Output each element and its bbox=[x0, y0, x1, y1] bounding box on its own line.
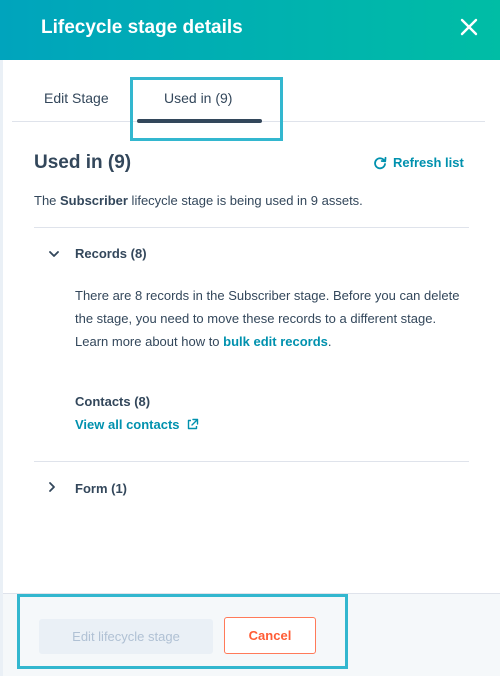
view-all-contacts-link[interactable]: View all contacts bbox=[75, 417, 199, 432]
stage-usage-description: The Subscriber lifecycle stage is being … bbox=[34, 193, 363, 208]
highlight-box-footer bbox=[17, 594, 348, 669]
records-heading: Records (8) bbox=[75, 246, 147, 261]
records-accordion-toggle[interactable]: Records (8) bbox=[48, 246, 147, 261]
panel-header: Lifecycle stage details bbox=[0, 0, 500, 60]
contacts-label: Contacts (8) bbox=[75, 394, 151, 409]
refresh-icon bbox=[374, 156, 387, 169]
refresh-label: Refresh list bbox=[393, 155, 464, 170]
section-title: Used in (9) bbox=[34, 152, 132, 173]
close-icon bbox=[460, 18, 478, 36]
divider bbox=[34, 227, 469, 228]
background-strip bbox=[0, 60, 3, 676]
highlight-box-tab bbox=[130, 77, 283, 141]
bulk-edit-records-link[interactable]: bulk edit records bbox=[223, 334, 328, 349]
close-button[interactable] bbox=[456, 14, 482, 40]
records-body-end: . bbox=[327, 334, 332, 349]
external-link-icon bbox=[187, 418, 198, 430]
desc-stage-name: Subscriber bbox=[60, 193, 128, 208]
view-all-contacts-label: View all contacts bbox=[75, 417, 180, 432]
chevron-right-icon bbox=[48, 481, 62, 496]
desc-prefix: The bbox=[34, 193, 61, 208]
form-heading: Form (1) bbox=[75, 481, 127, 496]
divider bbox=[34, 461, 469, 462]
desc-suffix: lifecycle stage is being used in 9 asset… bbox=[127, 193, 363, 208]
form-accordion-toggle[interactable]: Form (1) bbox=[48, 481, 127, 496]
records-description: There are 8 records in the Subscriber st… bbox=[75, 284, 460, 353]
panel-title: Lifecycle stage details bbox=[41, 17, 243, 38]
chevron-down-icon bbox=[48, 246, 62, 261]
refresh-list-button[interactable]: Refresh list bbox=[373, 155, 464, 170]
tab-edit-stage[interactable]: Edit Stage bbox=[44, 75, 109, 122]
